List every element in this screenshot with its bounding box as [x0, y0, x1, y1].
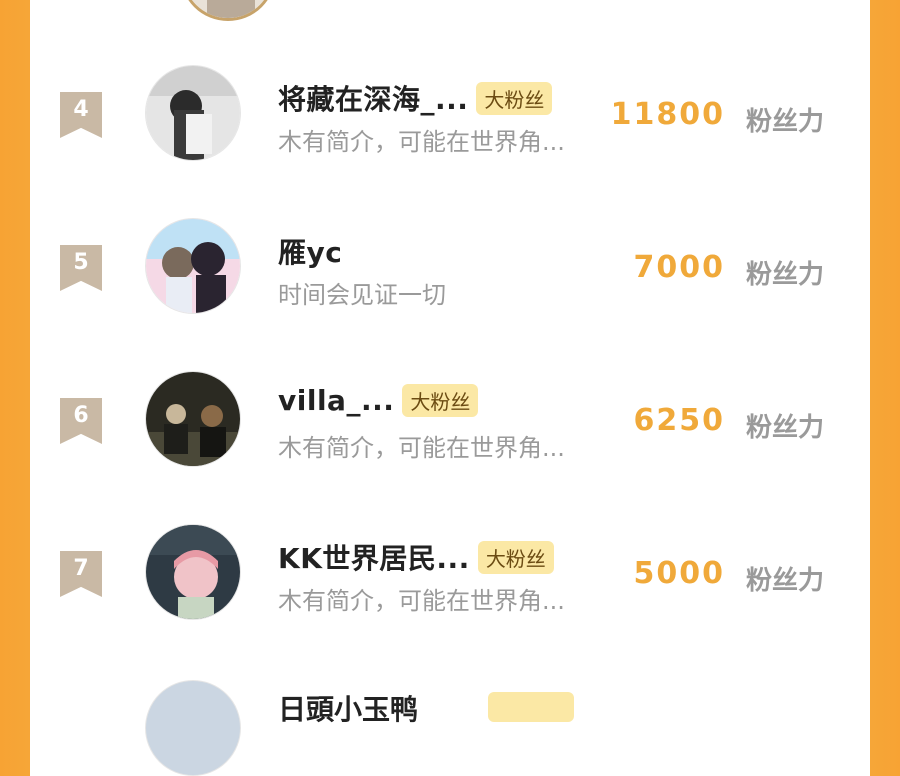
- user-name[interactable]: villa_...: [278, 384, 394, 417]
- fan-score: 11800: [610, 97, 725, 132]
- rank-badge: 7: [60, 551, 102, 597]
- fan-score: 5000: [633, 556, 725, 591]
- fan-score-unit: 粉丝力: [745, 260, 824, 290]
- fan-level-badge: [488, 692, 574, 722]
- user-bio: 木有简介，可能在世界角...: [278, 128, 565, 156]
- list-item[interactable]: 6 villa_... 大粉丝 木有简介，可能在世界角... 6250 粉丝力: [30, 361, 870, 491]
- user-name[interactable]: 雁yc: [278, 231, 342, 271]
- list-item[interactable]: 4 将藏在深海_... 大粉丝 木有简介，可能在世界角... 11800 粉丝力: [30, 55, 870, 185]
- fan-level-badge: 大粉丝: [477, 540, 554, 574]
- avatar[interactable]: [145, 218, 241, 314]
- user-bio: 木有简介，可能在世界角...: [278, 434, 565, 462]
- user-name[interactable]: 将藏在深海_...: [278, 78, 468, 118]
- fan-score-unit: 粉丝力: [745, 413, 824, 443]
- avatar[interactable]: [145, 65, 241, 161]
- avatar[interactable]: [145, 680, 241, 776]
- fan-score-unit: 粉丝力: [745, 107, 824, 137]
- fan-level-badge: 大粉丝: [402, 384, 479, 417]
- fan-ranking-list: 4 将藏在深海_... 大粉丝 木有简介，可能在世界角... 11800 粉丝力…: [30, 0, 870, 776]
- avatar[interactable]: [145, 371, 241, 467]
- fan-score: 7000: [633, 250, 725, 285]
- list-item[interactable]: 7 KK世界居民... 大粉丝 木有简介，可能在世界角... 5000 粉丝力: [30, 514, 870, 644]
- rank-badge: 5: [60, 245, 102, 291]
- user-bio: 木有简介，可能在世界角...: [278, 587, 565, 615]
- fan-score: 6250: [633, 403, 725, 438]
- user-name[interactable]: KK世界居民...: [278, 537, 470, 577]
- avatar-rank-3[interactable]: [180, 0, 276, 21]
- rank-badge: 6: [60, 398, 102, 444]
- user-bio: 时间会见证一切: [278, 281, 446, 309]
- user-name[interactable]: 日頭小玉鸭: [278, 688, 418, 728]
- list-item[interactable]: 5 雁yc 时间会见证一切 7000 粉丝力: [30, 208, 870, 338]
- rank-badge: 4: [60, 92, 102, 138]
- fan-score-unit: 粉丝力: [745, 566, 824, 596]
- avatar[interactable]: [145, 524, 241, 620]
- fan-level-badge: 大粉丝: [476, 81, 553, 115]
